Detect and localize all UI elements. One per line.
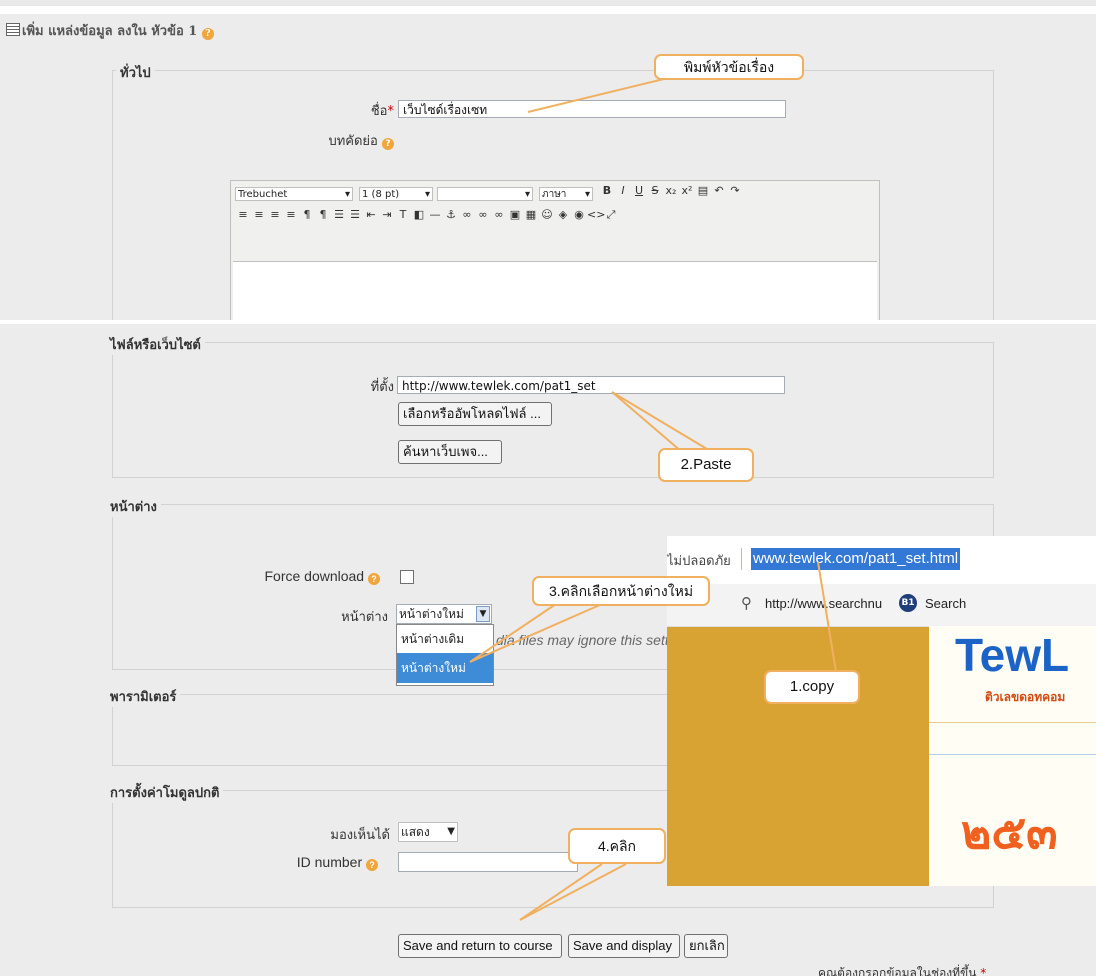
callout-paste: 2.Paste <box>658 448 754 482</box>
callout-click: 4.คลิก <box>568 828 666 864</box>
callout-lines <box>469 391 837 921</box>
callout-copy: 1.copy <box>764 670 860 704</box>
callout-pick-window: 3.คลิกเลือกหน้าต่างใหม่ <box>532 576 710 606</box>
